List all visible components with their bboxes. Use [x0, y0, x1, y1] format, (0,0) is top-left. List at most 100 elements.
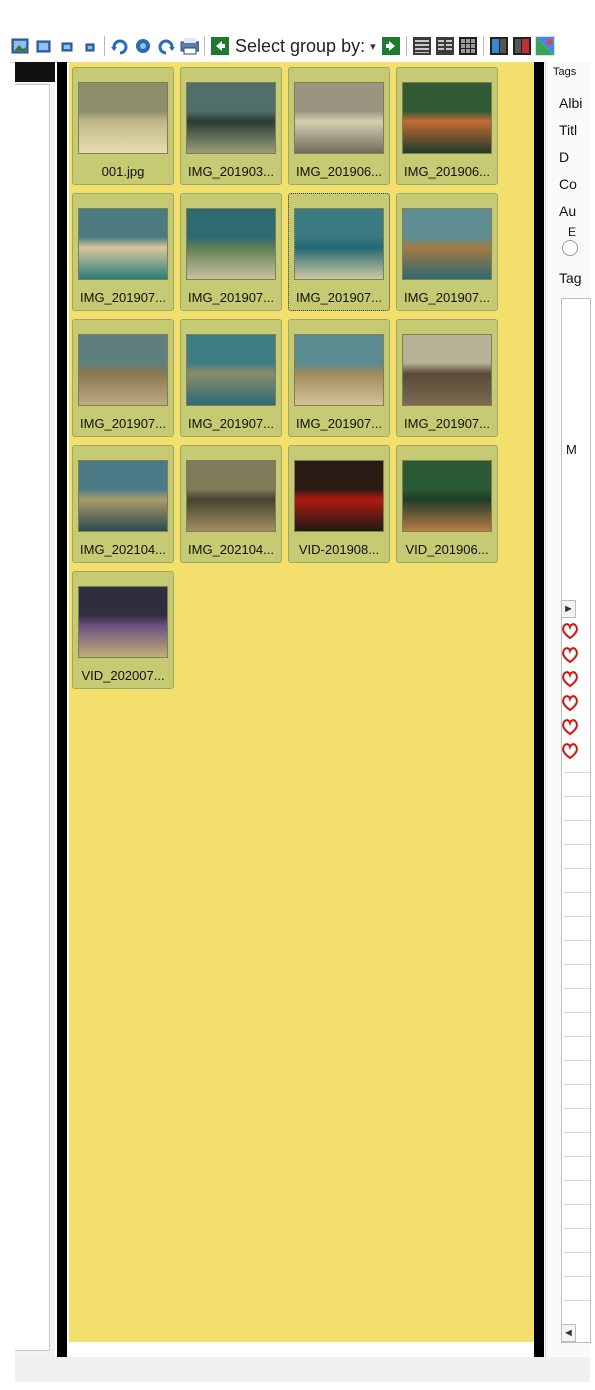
status-bar	[15, 1357, 590, 1382]
view-grid-icon[interactable]	[458, 36, 478, 56]
thumbnail-item[interactable]: IMG_201907...	[72, 319, 174, 437]
rotate-left-icon[interactable]	[110, 36, 130, 56]
toolbar-separator	[204, 36, 205, 56]
favorite-heart-icon[interactable]	[561, 742, 579, 760]
thumbnail-image	[402, 82, 492, 154]
field-date-label: D	[559, 149, 570, 165]
thumbnail-image	[402, 208, 492, 280]
thumbnail-label: 001.jpg	[101, 164, 145, 179]
properties-pane: Tags Albi Titl D Co Au E Tag M ► ◄	[545, 62, 591, 1357]
tab-tags[interactable]: Tags	[553, 66, 576, 78]
thumbnail-image	[78, 334, 168, 406]
tag-row-divider	[564, 1204, 590, 1205]
thumbnail-item[interactable]: IMG_202104...	[180, 445, 282, 563]
thumbnail-item[interactable]: IMG_201907...	[180, 193, 282, 311]
view-split-left-icon[interactable]	[489, 36, 509, 56]
thumbnail-item[interactable]: IMG_201906...	[288, 67, 390, 185]
print-icon[interactable]	[179, 36, 199, 56]
tag-row-divider	[564, 820, 590, 821]
tag-row-divider	[564, 1108, 590, 1109]
thumb-size-l-icon[interactable]	[33, 36, 53, 56]
thumbnail-image	[78, 208, 168, 280]
tag-row-divider	[564, 1012, 590, 1013]
app-window: Select group by: ▾ 001.jpg IMG_201903...…	[0, 0, 595, 1390]
tag-row-divider	[564, 892, 590, 893]
rotate-icon[interactable]	[133, 36, 153, 56]
thumbnail-label: IMG_201907...	[296, 290, 382, 305]
tag-row-divider	[564, 1300, 590, 1301]
thumb-size-xl-icon[interactable]	[10, 36, 30, 56]
field-author-label: Au	[559, 203, 577, 219]
thumbnail-item[interactable]: IMG_201903...	[180, 67, 282, 185]
thumbnail-label: IMG_201907...	[404, 290, 490, 305]
thumbnail-image	[78, 82, 168, 154]
tag-row-divider	[564, 1132, 590, 1133]
folder-tree[interactable]	[15, 84, 50, 1351]
right-splitter[interactable]	[534, 62, 544, 1357]
tags-list-m-label: M	[566, 442, 577, 457]
google-maps-icon[interactable]	[535, 36, 555, 56]
thumbnail-label: VID_202007...	[81, 668, 165, 683]
tags-scroll-left-arrow[interactable]: ◄	[561, 1324, 576, 1342]
tag-row-divider	[564, 1180, 590, 1181]
toolbar: Select group by: ▾	[10, 30, 588, 63]
field-tags-label: Tag	[559, 270, 582, 286]
toolbar-separator	[104, 36, 105, 56]
thumbnail-item[interactable]: IMG_202104...	[72, 445, 174, 563]
thumbnail-image	[186, 460, 276, 532]
left-splitter[interactable]	[57, 62, 67, 1357]
thumbnail-item[interactable]: VID_201906...	[396, 445, 498, 563]
left-pane-header	[15, 62, 55, 82]
toolbar-separator	[482, 36, 484, 56]
thumbnail-item[interactable]: IMG_201907...	[396, 193, 498, 311]
thumbnail-label: IMG_201906...	[296, 164, 382, 179]
thumbnail-label: IMG_201907...	[404, 416, 490, 431]
thumbnail-label: IMG_201907...	[296, 416, 382, 431]
thumbnail-item[interactable]: IMG_201907...	[72, 193, 174, 311]
favorite-heart-icon[interactable]	[561, 622, 579, 640]
thumbnail-item[interactable]: VID-201908...	[288, 445, 390, 563]
tag-row-divider	[564, 1228, 590, 1229]
back-icon[interactable]	[210, 36, 230, 56]
thumbnail-item[interactable]: IMG_201907...	[288, 319, 390, 437]
thumbnail-image	[78, 460, 168, 532]
toolbar-separator	[405, 36, 407, 56]
tags-scroll-right-arrow[interactable]: ►	[561, 600, 576, 618]
thumbnail-image	[186, 82, 276, 154]
tag-row-divider	[564, 940, 590, 941]
favorite-heart-icon[interactable]	[561, 694, 579, 712]
favorite-heart-icon[interactable]	[561, 646, 579, 664]
thumbnail-item[interactable]: 001.jpg	[72, 67, 174, 185]
thumbnail-grid[interactable]: 001.jpg IMG_201903... IMG_201906... IMG_201…	[69, 62, 534, 1342]
thumbnail-image	[294, 334, 384, 406]
forward-icon[interactable]	[381, 36, 401, 56]
select-group-dropdown-icon[interactable]: ▾	[370, 40, 376, 53]
view-list-icon[interactable]	[435, 36, 455, 56]
view-details-icon[interactable]	[412, 36, 432, 56]
radio-option[interactable]	[562, 240, 578, 256]
field-title-label: Titl	[559, 122, 578, 138]
grid-status-strip	[69, 1342, 534, 1357]
tag-row-divider	[564, 964, 590, 965]
thumb-size-m-icon[interactable]	[56, 36, 76, 56]
thumbnail-item[interactable]: VID_202007...	[72, 571, 174, 689]
thumbnail-item[interactable]: IMG_201907...	[288, 193, 390, 311]
thumb-size-s-icon[interactable]	[79, 36, 99, 56]
view-split-right-icon[interactable]	[512, 36, 532, 56]
favorite-heart-icon[interactable]	[561, 718, 579, 736]
tag-row-divider	[564, 1084, 590, 1085]
thumbnail-label: IMG_201903...	[188, 164, 274, 179]
thumbnail-label: IMG_201907...	[80, 290, 166, 305]
thumbnail-image	[78, 586, 168, 658]
tag-row-divider	[564, 1276, 590, 1277]
thumbnail-label: VID-201908...	[298, 542, 380, 557]
thumbnail-item[interactable]: IMG_201907...	[180, 319, 282, 437]
thumbnail-item[interactable]: IMG_201906...	[396, 67, 498, 185]
thumbnail-label: IMG_201907...	[188, 290, 274, 305]
thumbnail-label: IMG_201907...	[188, 416, 274, 431]
favorite-heart-icon[interactable]	[561, 670, 579, 688]
rotate-right-icon[interactable]	[156, 36, 176, 56]
tag-row-divider	[564, 772, 590, 773]
thumbnail-item[interactable]: IMG_201907...	[396, 319, 498, 437]
tag-row-divider	[564, 988, 590, 989]
